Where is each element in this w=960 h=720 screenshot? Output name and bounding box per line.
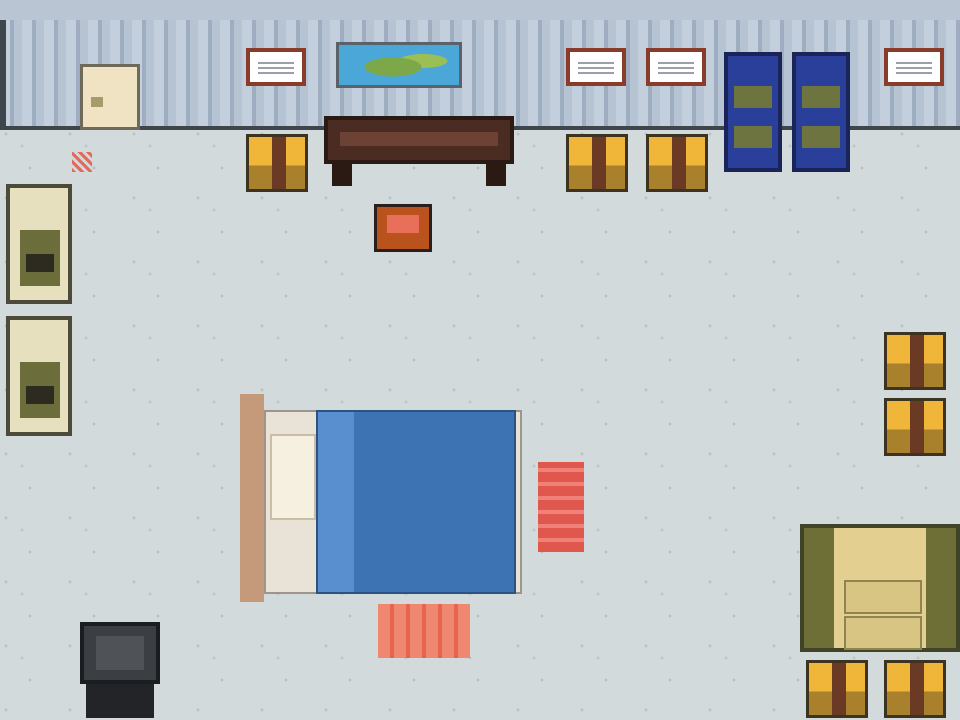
left-wall-edge <box>0 20 6 130</box>
storage-chest[interactable] <box>566 134 628 192</box>
wall-sign[interactable] <box>884 48 944 86</box>
storage-chest[interactable] <box>806 660 868 718</box>
table-leg <box>486 164 506 186</box>
rug <box>538 462 584 552</box>
bookshelf[interactable] <box>724 52 782 172</box>
game-scene <box>0 0 960 720</box>
blanket <box>316 410 516 594</box>
wall-sign[interactable] <box>566 48 626 86</box>
table-leg <box>332 164 352 186</box>
locker[interactable] <box>6 184 72 304</box>
sofa-cushion <box>844 616 922 650</box>
world-map[interactable] <box>336 42 462 88</box>
pillow <box>270 434 316 520</box>
television[interactable] <box>80 622 160 718</box>
storage-chest[interactable] <box>646 134 708 192</box>
bed[interactable] <box>240 394 522 602</box>
coffee-table[interactable] <box>324 116 514 186</box>
storage-chest[interactable] <box>884 398 946 456</box>
bookshelf[interactable] <box>792 52 850 172</box>
storage-chest[interactable] <box>884 660 946 718</box>
wall-sign[interactable] <box>646 48 706 86</box>
sofa-cushion <box>844 580 922 614</box>
locker[interactable] <box>6 316 72 436</box>
tv-stand <box>86 684 154 718</box>
tv-screen <box>80 622 160 684</box>
floor-sparkle <box>72 152 92 172</box>
storage-chest[interactable] <box>246 134 308 192</box>
rug <box>378 604 470 658</box>
door[interactable] <box>80 64 140 130</box>
footstool[interactable] <box>374 204 432 252</box>
table-top <box>324 116 514 164</box>
bed-frame <box>240 394 264 602</box>
storage-chest[interactable] <box>884 332 946 390</box>
wall-sign[interactable] <box>246 48 306 86</box>
sofa[interactable] <box>800 524 960 652</box>
